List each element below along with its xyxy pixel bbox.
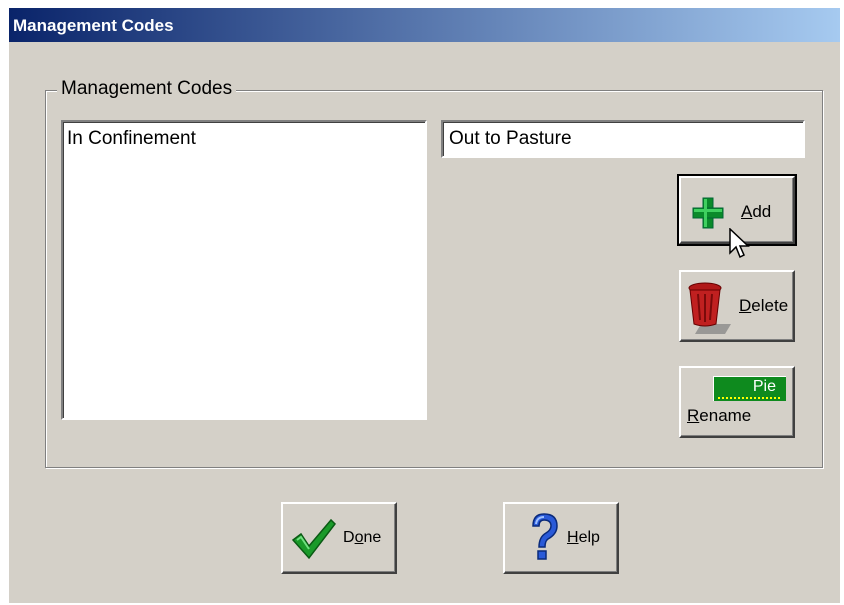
title-bar[interactable]: Management Codes xyxy=(9,8,840,42)
done-button[interactable]: Done xyxy=(281,502,397,574)
groupbox-label: Management Codes xyxy=(57,78,237,100)
help-label: Help xyxy=(567,529,600,546)
list-item[interactable]: In Confinement xyxy=(67,128,196,150)
code-name-input[interactable] xyxy=(441,120,805,158)
help-button[interactable]: Help xyxy=(503,502,619,574)
rename-tag-icon: Pie xyxy=(713,376,786,401)
management-codes-list[interactable]: In Confinement xyxy=(61,120,427,420)
plus-icon xyxy=(691,196,725,234)
rename-label: Rename xyxy=(687,406,752,425)
delete-label: Delete xyxy=(739,296,789,315)
window-title: Management Codes xyxy=(13,16,174,35)
trash-can-icon xyxy=(685,278,735,338)
done-label: Done xyxy=(343,529,382,546)
question-mark-icon xyxy=(527,512,561,570)
add-label: Add xyxy=(741,202,772,221)
rename-button[interactable]: Pie Rename xyxy=(679,366,795,438)
delete-button[interactable]: Delete xyxy=(679,270,795,342)
checkmark-icon xyxy=(291,518,337,564)
mouse-pointer-icon xyxy=(729,227,751,265)
dialog-window: Management Codes Management Codes In Con… xyxy=(8,8,840,603)
